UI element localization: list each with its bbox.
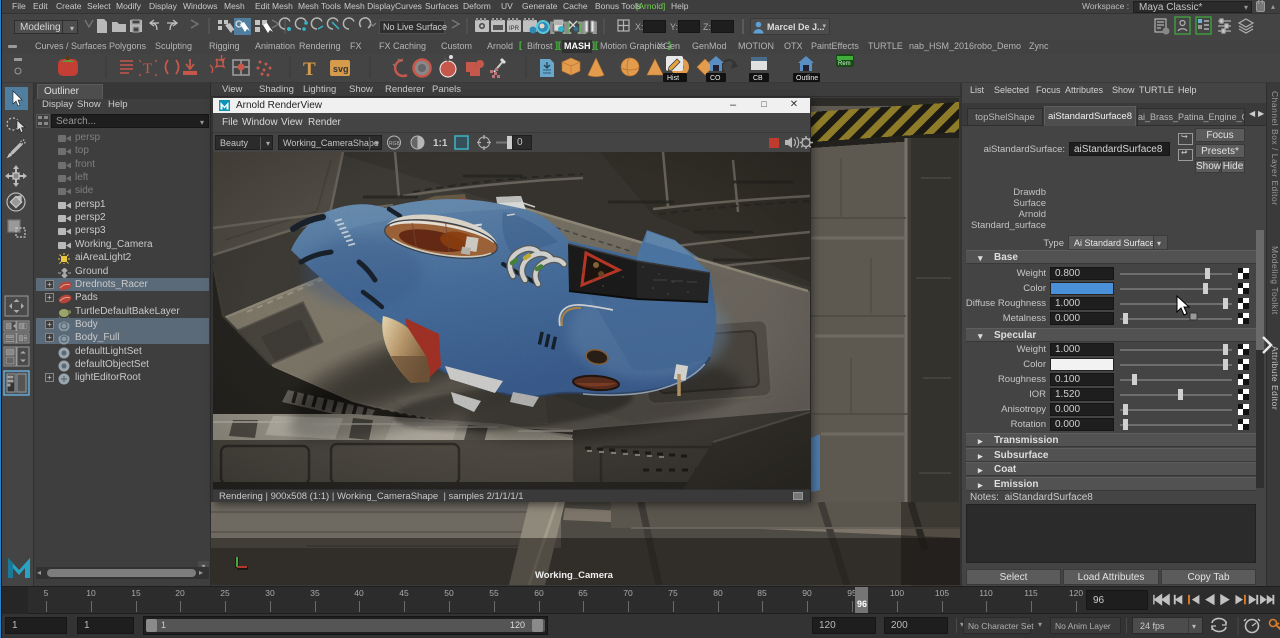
svg-text:IPR: IPR [509,26,520,32]
svg-text:[: [ [550,20,554,34]
svg-text:CB: CB [753,75,763,82]
svg-text:Working_Camera: Working_Camera [535,570,614,581]
svg-text:T: T [143,61,152,77]
svg-text:Rem: Rem [838,61,851,67]
svg-text:Hist: Hist [667,75,679,82]
svg-text:svg: svg [333,64,349,74]
svg-text:Outline: Outline [796,75,818,82]
svg-text:CO: CO [710,75,721,82]
svg-text:1:1: 1:1 [433,138,448,149]
svg-text:T: T [303,59,316,80]
svg-text:RGB: RGB [389,141,401,147]
